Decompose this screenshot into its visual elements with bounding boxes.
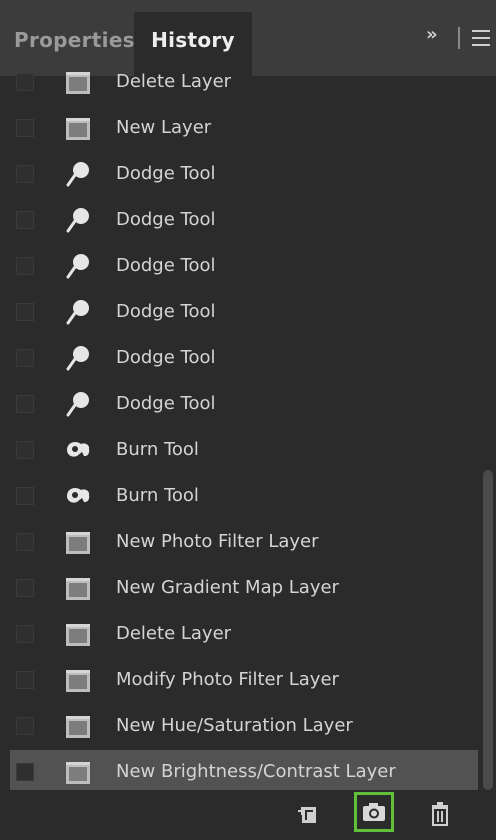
tab-divider <box>458 27 460 49</box>
history-brush-source-checkbox[interactable] <box>16 303 34 321</box>
history-brush-source-checkbox[interactable] <box>16 487 34 505</box>
history-state-label: Dodge Tool <box>116 347 216 368</box>
history-state-label: New Gradient Map Layer <box>116 577 339 598</box>
history-brush-source-checkbox[interactable] <box>16 211 34 229</box>
history-state-label: Dodge Tool <box>116 301 216 322</box>
history-brush-source-checkbox[interactable] <box>16 257 34 275</box>
create-snapshot-button[interactable] <box>354 792 394 832</box>
history-state-item[interactable]: Delete Layer <box>10 60 478 106</box>
history-state-label: Modify Photo Filter Layer <box>116 669 339 690</box>
scrollbar-thumb[interactable] <box>483 470 493 790</box>
history-state-label: New Photo Filter Layer <box>116 531 319 552</box>
delete-state-button[interactable] <box>420 794 460 834</box>
history-state-label: New Brightness/Contrast Layer <box>116 761 396 782</box>
history-state-label: Burn Tool <box>116 439 199 460</box>
history-state-label: Dodge Tool <box>116 393 216 414</box>
history-state-label: Dodge Tool <box>116 255 216 276</box>
history-state-label: Delete Layer <box>116 71 232 92</box>
layer-icon <box>64 68 92 96</box>
dodge-icon <box>64 160 92 188</box>
history-state-item[interactable]: Dodge Tool <box>10 290 478 336</box>
dodge-icon <box>64 344 92 372</box>
history-brush-source-checkbox[interactable] <box>16 763 34 781</box>
history-state-item[interactable]: New Hue/Saturation Layer <box>10 704 478 750</box>
history-state-label: New Hue/Saturation Layer <box>116 715 353 736</box>
history-footer <box>0 790 496 840</box>
create-new-document-button[interactable] <box>288 794 328 834</box>
dodge-icon <box>64 390 92 418</box>
history-state-label: Delete Layer <box>116 623 232 644</box>
history-brush-source-checkbox[interactable] <box>16 119 34 137</box>
history-state-label: New Layer <box>116 117 212 138</box>
history-state-item[interactable]: Dodge Tool <box>10 244 478 290</box>
history-brush-source-checkbox[interactable] <box>16 579 34 597</box>
new-document-from-state-icon <box>298 807 316 823</box>
history-brush-source-checkbox[interactable] <box>16 349 34 367</box>
history-state-item[interactable]: Dodge Tool <box>10 336 478 382</box>
history-list: Delete Layer New Layer Dodge Tool Dodge Too… <box>10 60 478 796</box>
history-state-item[interactable]: Modify Photo Filter Layer <box>10 658 478 704</box>
history-state-item[interactable]: New Gradient Map Layer <box>10 566 478 612</box>
history-state-item[interactable]: Dodge Tool <box>10 382 478 428</box>
history-state-label: Dodge Tool <box>116 163 216 184</box>
layer-icon <box>64 574 92 602</box>
history-state-item[interactable]: Dodge Tool <box>10 198 478 244</box>
history-brush-source-checkbox[interactable] <box>16 73 34 91</box>
trash-icon <box>432 802 448 826</box>
history-panel: Properties History » Delete Layer New Lay… <box>0 0 496 840</box>
layer-icon <box>64 528 92 556</box>
history-state-item[interactable]: New Photo Filter Layer <box>10 520 478 566</box>
history-state-label: Dodge Tool <box>116 209 216 230</box>
dodge-icon <box>64 252 92 280</box>
history-state-item[interactable]: Dodge Tool <box>10 152 478 198</box>
history-brush-source-checkbox[interactable] <box>16 165 34 183</box>
layer-icon <box>64 758 92 786</box>
history-state-item[interactable]: Burn Tool <box>10 428 478 474</box>
layer-icon <box>64 666 92 694</box>
history-state-item[interactable]: Burn Tool <box>10 474 478 520</box>
burn-icon <box>64 482 92 510</box>
layer-icon <box>64 620 92 648</box>
layer-icon <box>64 712 92 740</box>
expand-panels-icon[interactable]: » <box>426 24 438 45</box>
history-brush-source-checkbox[interactable] <box>16 625 34 643</box>
burn-icon <box>64 436 92 464</box>
history-brush-source-checkbox[interactable] <box>16 533 34 551</box>
history-brush-source-checkbox[interactable] <box>16 671 34 689</box>
history-brush-source-checkbox[interactable] <box>16 717 34 735</box>
dodge-icon <box>64 298 92 326</box>
dodge-icon <box>64 206 92 234</box>
history-state-item[interactable]: New Layer <box>10 106 478 152</box>
history-state-label: Burn Tool <box>116 485 199 506</box>
history-brush-source-checkbox[interactable] <box>16 395 34 413</box>
snapshot-camera-icon <box>363 803 385 821</box>
history-brush-source-checkbox[interactable] <box>16 441 34 459</box>
panel-menu-icon[interactable] <box>472 28 496 48</box>
layer-icon <box>64 114 92 142</box>
history-state-item[interactable]: Delete Layer <box>10 612 478 658</box>
